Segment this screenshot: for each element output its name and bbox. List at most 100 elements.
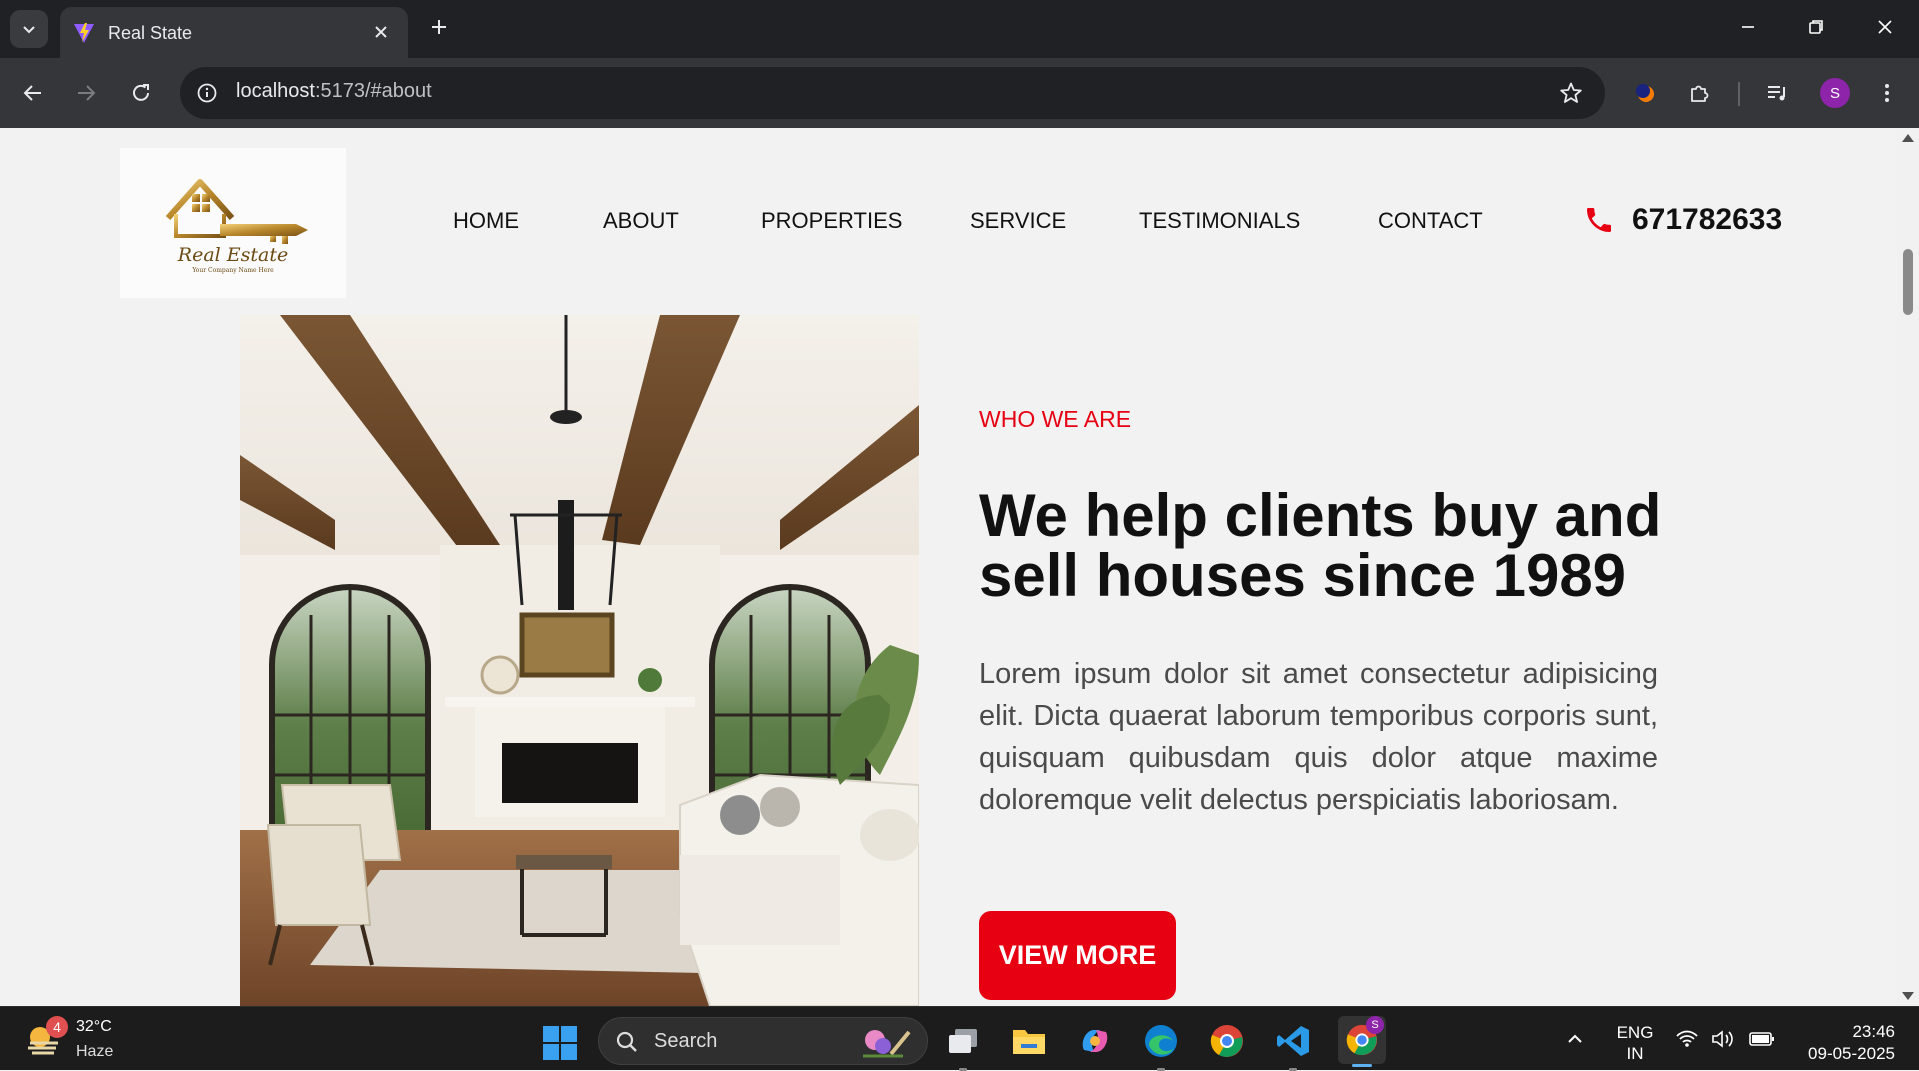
taskbar-search-label: Search xyxy=(654,1030,718,1052)
headline-line-2: sell houses since 1989 xyxy=(979,542,1627,609)
info-icon xyxy=(197,83,217,103)
bookmark-star-button[interactable] xyxy=(1557,79,1585,107)
restore-button[interactable] xyxy=(1796,12,1836,42)
nav-service[interactable]: SERVICE xyxy=(970,208,1066,234)
url-host: localhost xyxy=(236,80,315,102)
extension-button[interactable] xyxy=(1627,75,1663,111)
language-indicator[interactable]: ENG IN xyxy=(1610,1022,1660,1064)
site-info-button[interactable] xyxy=(194,80,220,106)
close-icon xyxy=(375,26,387,38)
active-indicator xyxy=(1352,1064,1372,1067)
chrome-menu-button[interactable] xyxy=(1869,75,1905,111)
logo-brand-text: Real Estate xyxy=(177,244,288,266)
vscode-button[interactable] xyxy=(1272,1020,1314,1071)
chrome-icon xyxy=(1210,1025,1243,1057)
minimize-button[interactable] xyxy=(1728,12,1768,42)
browser-toolbar: localhost:5173/#about S xyxy=(0,58,1919,128)
back-button[interactable] xyxy=(15,75,51,111)
puzzle-icon xyxy=(1691,85,1709,102)
show-hidden-icons-button[interactable] xyxy=(1562,1007,1588,1071)
new-tab-button[interactable] xyxy=(424,12,454,42)
more-vertical-icon xyxy=(1885,84,1889,102)
phone-icon xyxy=(1587,208,1611,232)
region-code: IN xyxy=(1626,1044,1644,1063)
chrome-button[interactable] xyxy=(1206,1020,1248,1062)
about-hero-image xyxy=(240,315,919,1006)
real-estate-logo: Real Estate Your Company Name Here xyxy=(165,179,308,277)
nav-contact[interactable]: CONTACT xyxy=(1378,208,1483,234)
restore-icon xyxy=(1809,20,1823,34)
about-body-text: Lorem ipsum dolor sit amet consectetur a… xyxy=(979,658,1658,816)
system-clock[interactable]: 23:46 09-05-2025 xyxy=(1785,1021,1895,1065)
tab-close-button[interactable] xyxy=(368,19,394,45)
site-logo[interactable]: Real Estate Your Company Name Here xyxy=(120,148,346,298)
section-kicker: WHO WE ARE xyxy=(979,406,1132,432)
nav-testimonials[interactable]: TESTIMONIALS xyxy=(1139,208,1300,234)
extension-logo-icon xyxy=(1636,84,1654,102)
tab-title: Real State xyxy=(108,23,193,43)
about-headline: We help clients buy and sell houses sinc… xyxy=(979,486,1699,606)
close-window-icon xyxy=(1878,20,1892,34)
page-scrollbar[interactable] xyxy=(1897,128,1919,1006)
copilot-icon xyxy=(1082,1030,1108,1052)
close-window-button[interactable] xyxy=(1865,12,1905,42)
toolbar-divider xyxy=(1738,82,1740,106)
tab-search-button[interactable] xyxy=(10,10,48,48)
copilot-button[interactable] xyxy=(1074,1020,1116,1062)
clock-date: 09-05-2025 xyxy=(1808,1044,1895,1063)
minimize-icon xyxy=(1742,26,1754,28)
profile-avatar[interactable]: S xyxy=(1820,78,1850,108)
nav-about[interactable]: ABOUT xyxy=(603,208,679,234)
battery-icon xyxy=(1749,1032,1774,1046)
url-path: :5173/#about xyxy=(314,80,432,102)
vscode-icon xyxy=(1277,1026,1309,1056)
headline-line-1: We help clients buy and xyxy=(979,482,1662,549)
task-view-button[interactable] xyxy=(942,1020,984,1071)
volume-icon xyxy=(1712,1030,1733,1048)
phone-number[interactable]: 671782633 xyxy=(1632,203,1782,237)
plus-icon xyxy=(432,20,446,34)
view-more-button[interactable]: VIEW MORE xyxy=(979,911,1176,1000)
scroll-down-arrow[interactable] xyxy=(1902,992,1914,1000)
forward-button[interactable] xyxy=(68,75,104,111)
file-explorer-button[interactable] xyxy=(1008,1020,1050,1062)
edge-icon xyxy=(1145,1025,1177,1057)
media-controls-button[interactable] xyxy=(1759,75,1795,111)
chrome-profile-badge: S xyxy=(1366,1016,1384,1034)
clock-time: 23:46 xyxy=(1852,1022,1895,1041)
reload-button[interactable] xyxy=(123,75,159,111)
playlist-music-icon xyxy=(1768,86,1785,101)
wifi-icon xyxy=(1676,1030,1698,1047)
weather-condition[interactable]: Haze xyxy=(76,1043,113,1061)
nav-properties[interactable]: PROPERTIES xyxy=(761,208,902,234)
scroll-up-arrow[interactable] xyxy=(1902,134,1914,142)
edge-button[interactable] xyxy=(1140,1020,1182,1071)
taskbar-search[interactable]: Search xyxy=(598,1017,928,1065)
browser-tab-strip: Real State xyxy=(0,0,1919,58)
extensions-menu-button[interactable] xyxy=(1681,75,1717,111)
weather-badge: 4 xyxy=(46,1016,68,1038)
nav-home[interactable]: HOME xyxy=(453,208,519,234)
living-room-illustration xyxy=(240,315,919,1006)
arrow-left-icon xyxy=(23,85,41,101)
url-text[interactable]: localhost:5173/#about xyxy=(236,80,432,103)
page-viewport: Real Estate Your Company Name Here HOME … xyxy=(0,128,1897,1006)
chrome-profile-button[interactable]: S xyxy=(1338,1016,1386,1067)
battery-button[interactable] xyxy=(1748,1007,1776,1071)
windows-start-icon[interactable] xyxy=(542,1025,578,1061)
weather-temperature[interactable]: 32°C xyxy=(76,1018,112,1036)
folder-icon xyxy=(1013,1030,1045,1054)
browser-tab[interactable]: Real State xyxy=(60,7,408,58)
logo-tagline-text: Your Company Name Here xyxy=(191,267,274,274)
wifi-button[interactable] xyxy=(1674,1007,1700,1071)
arrow-right-icon xyxy=(78,85,96,101)
star-icon xyxy=(1560,82,1582,103)
search-highlight-icon xyxy=(863,1030,911,1058)
chevron-up-icon xyxy=(1568,1034,1582,1043)
search-icon xyxy=(616,1031,637,1052)
vite-favicon-icon xyxy=(74,23,94,43)
scroll-thumb[interactable] xyxy=(1903,249,1913,315)
volume-button[interactable] xyxy=(1710,1007,1736,1071)
windows-taskbar: 4 32°C Haze Search S ENG IN 23:46 09-05-… xyxy=(0,1006,1919,1071)
address-bar[interactable]: localhost:5173/#about xyxy=(180,67,1605,119)
